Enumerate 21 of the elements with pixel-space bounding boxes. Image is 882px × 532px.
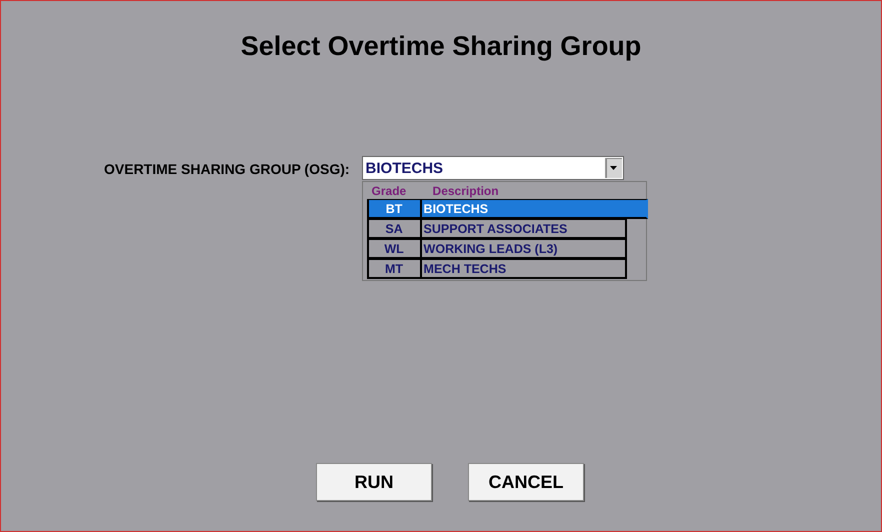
dropdown-option[interactable]: BT BIOTECHS: [366, 199, 648, 219]
field-label: OVERTIME SHARING GROUP (OSG):: [104, 161, 350, 177]
grade-cell: MT: [368, 260, 422, 277]
description-cell-text: MECH TECHS: [422, 262, 506, 276]
cancel-button[interactable]: CANCEL: [468, 463, 584, 501]
column-header: Grade: [372, 184, 408, 198]
group-combo-box[interactable]: BIOTECHS: [362, 156, 624, 180]
description-cell-text: BIOTECHS: [422, 202, 488, 216]
dropdown-button[interactable]: [604, 158, 622, 178]
description-cell-text: SUPPORT ASSOCIATES: [422, 222, 568, 236]
dropdown-option[interactable]: WL WORKING LEADS (L3): [366, 239, 627, 259]
grade-cell: SA: [368, 220, 422, 237]
dropdown-option[interactable]: MT MECH TECHS: [366, 259, 627, 279]
description-cell-text: WORKING LEADS (L3): [422, 242, 558, 256]
run-button[interactable]: RUN: [316, 463, 432, 501]
dialog-title: Select Overtime Sharing Group: [240, 31, 642, 62]
column-header: Description: [432, 184, 499, 198]
caret-icon: [610, 166, 618, 170]
dropdown-option[interactable]: SA SUPPORT ASSOCIATES: [366, 219, 627, 239]
grade-cell: BT: [368, 200, 422, 217]
grade-cell: WL: [368, 240, 422, 257]
